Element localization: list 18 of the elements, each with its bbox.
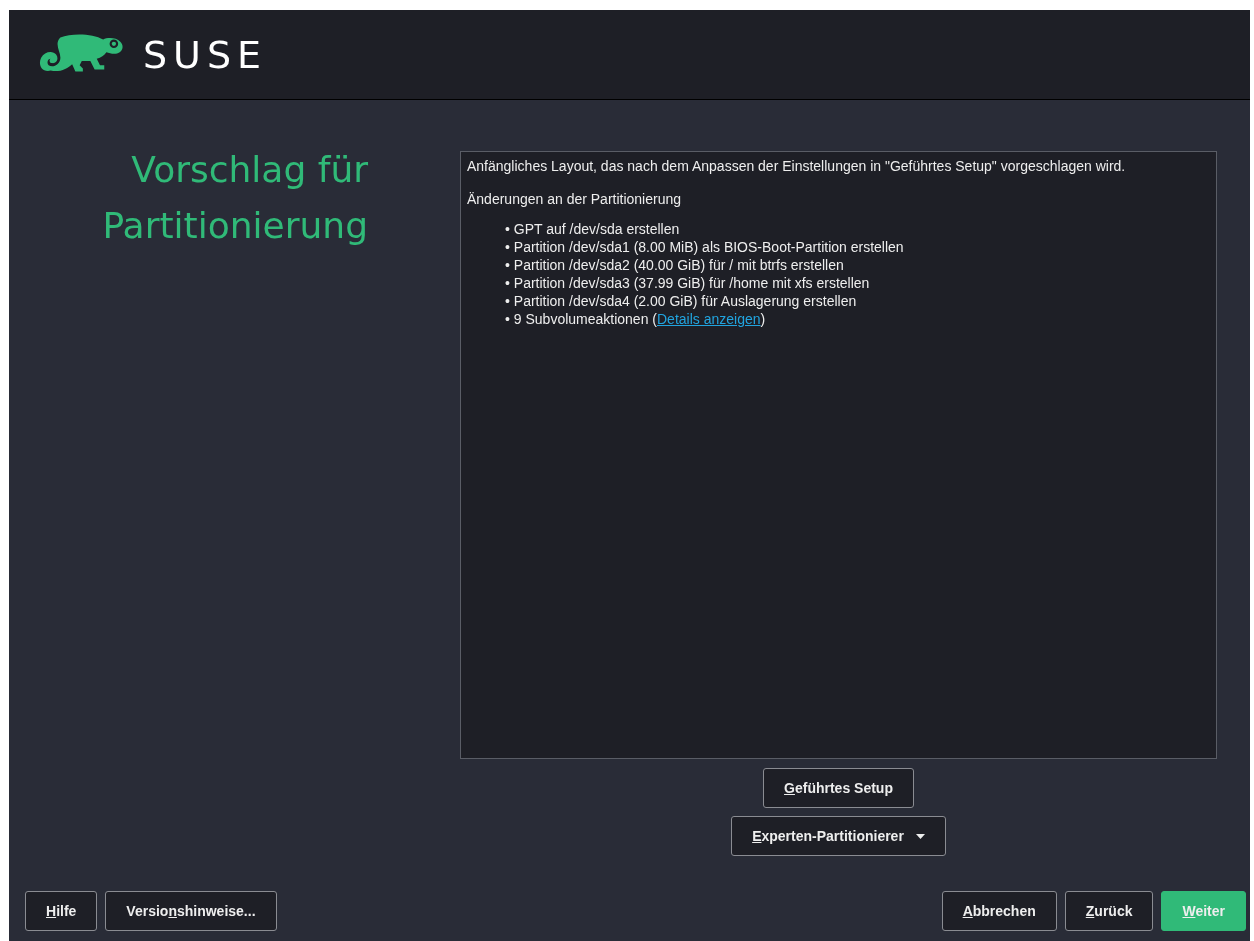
caret-icon	[915, 833, 925, 839]
button[interactable]: Geführtes Setup	[763, 768, 914, 808]
brand-name: SUSE	[143, 32, 268, 77]
button[interactable]: Zurück	[1064, 891, 1154, 931]
intro-text: Anfängliches Layout, das nach dem Anpassen der Einstellungen in "Geführtes Setup" vorgeschlagen wird.	[467, 157, 1127, 175]
dropdown-button[interactable]: Experten-Partitionierer	[731, 816, 946, 856]
list-item: • Partition /dev/sda1 (8.00 MiB) als BIOS-Boot-Partition erstellen	[505, 238, 905, 256]
section-heading: Änderungen an der Partitionierung	[467, 190, 683, 208]
button[interactable]: Hilfe	[25, 891, 98, 931]
button[interactable]: Abbrechen	[941, 891, 1057, 931]
list-item: • 9 Subvolumeaktionen (Details anzeigen)	[505, 310, 767, 328]
details-link[interactable]: Details anzeigen	[657, 311, 761, 327]
page-title: Vorschlag für Partitionierung	[102, 148, 368, 248]
button[interactable]: Versionshinweise...	[105, 891, 277, 931]
list-item: • Partition /dev/sda4 (2.00 GiB) für Auslagerung erstellen	[505, 292, 858, 310]
list-item: • Partition /dev/sda3 (37.99 GiB) für /home mit xfs erstellen	[505, 274, 871, 292]
list-item: • Partition /dev/sda2 (40.00 GiB) für / mit btrfs erstellen	[505, 256, 845, 274]
list-item: • GPT auf /dev/sda erstellen	[505, 220, 681, 238]
